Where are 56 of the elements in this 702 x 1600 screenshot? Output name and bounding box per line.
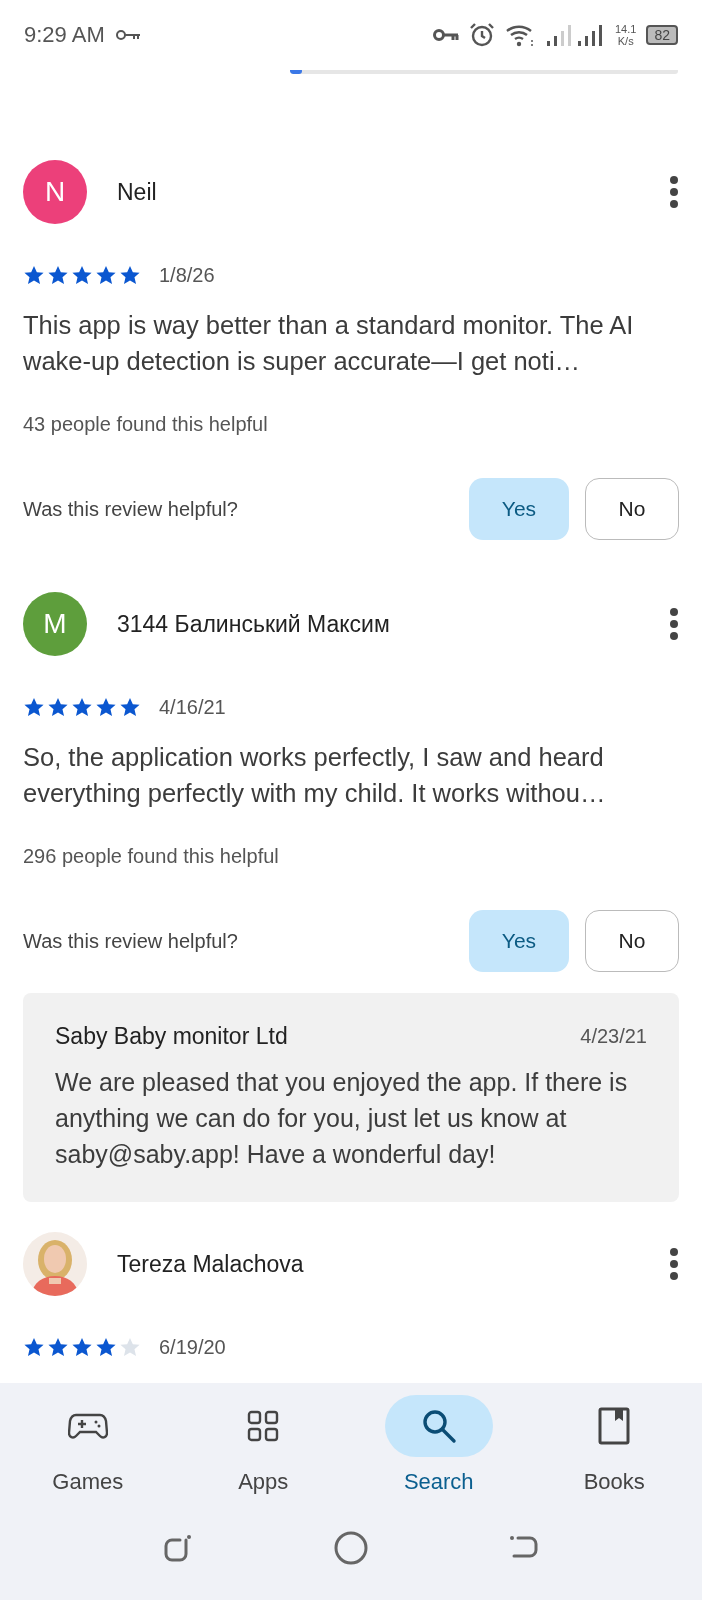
star-icon bbox=[95, 265, 117, 286]
more-options-icon[interactable] bbox=[669, 175, 679, 209]
reply-author: Saby Baby monitor Ltd bbox=[55, 1023, 288, 1050]
gamepad-icon bbox=[67, 1411, 108, 1441]
vpn-key-icon bbox=[433, 28, 459, 42]
reply-date: 4/23/21 bbox=[580, 1025, 647, 1048]
vote-button[interactable]: No bbox=[585, 478, 679, 540]
wifi-icon bbox=[505, 23, 535, 47]
reviewer-name: 3144 Балинський Максим bbox=[117, 610, 391, 638]
star-icon bbox=[71, 1337, 93, 1358]
key-icon bbox=[114, 29, 141, 41]
vote-button[interactable]: Yes bbox=[469, 478, 569, 540]
helpful-question: Was this review helpful? bbox=[23, 497, 239, 521]
more-options-icon[interactable] bbox=[669, 607, 679, 641]
alarm-icon bbox=[469, 22, 495, 48]
nav-tab-label[interactable]: Games bbox=[52, 1469, 124, 1495]
helpful-question: Was this review helpful? bbox=[23, 929, 239, 953]
signal-icon bbox=[545, 23, 605, 47]
avatar: M bbox=[23, 592, 87, 656]
apps-grid-icon bbox=[247, 1410, 280, 1442]
nav-tab-label[interactable]: Search bbox=[403, 1469, 474, 1495]
star-icon bbox=[47, 1337, 69, 1358]
star-icon bbox=[23, 265, 45, 286]
star-icon bbox=[71, 265, 93, 286]
review-date: 1/8/26 bbox=[159, 264, 215, 287]
home-icon[interactable] bbox=[334, 1530, 368, 1565]
empty-star-icon bbox=[119, 1337, 141, 1358]
speed-unit: K/s bbox=[617, 35, 634, 47]
review-date: 6/19/20 bbox=[159, 1336, 226, 1359]
star-icon bbox=[119, 265, 141, 286]
avatar: N bbox=[23, 160, 87, 224]
nav-tab-label[interactable]: Apps bbox=[238, 1469, 289, 1495]
review-text: This app is way better than a standard monitor. The AI wake-up detection is super accurate—I get noti… bbox=[23, 310, 635, 377]
helpful-count: 43 people found this helpful bbox=[23, 413, 269, 436]
review-text: So, the application works perfectly, I saw and heard everything perfectly with my child. It works withou… bbox=[23, 742, 607, 809]
star-icon bbox=[47, 697, 69, 718]
review-date: 4/16/21 bbox=[159, 696, 226, 719]
battery-level: 82 bbox=[646, 25, 678, 45]
clock-time: 9:29 AM bbox=[24, 22, 105, 48]
star-icon bbox=[23, 1337, 45, 1358]
reviewer-name: Tereza Malachova bbox=[117, 1250, 305, 1278]
vote-button[interactable]: Yes bbox=[469, 910, 569, 972]
star-icon bbox=[95, 1337, 117, 1358]
star-icon bbox=[119, 697, 141, 718]
helpful-count: 296 people found this helpful bbox=[23, 845, 280, 868]
book-icon bbox=[598, 1407, 631, 1445]
reply-text: We are pleased that you enjoyed the app. If there is anything we can do for you, just let us know at saby@saby.app! Have a wonderful day! bbox=[55, 1067, 629, 1170]
more-options-icon[interactable] bbox=[669, 1247, 679, 1281]
reviewer-name: Neil bbox=[117, 178, 158, 206]
vote-button[interactable]: No bbox=[585, 910, 679, 972]
star-icon bbox=[23, 697, 45, 718]
star-icon bbox=[95, 697, 117, 718]
nav-tab-label[interactable]: Books bbox=[583, 1469, 645, 1495]
star-icon bbox=[71, 697, 93, 718]
network-speed: 14.1 bbox=[615, 23, 637, 35]
star-icon bbox=[47, 265, 69, 286]
